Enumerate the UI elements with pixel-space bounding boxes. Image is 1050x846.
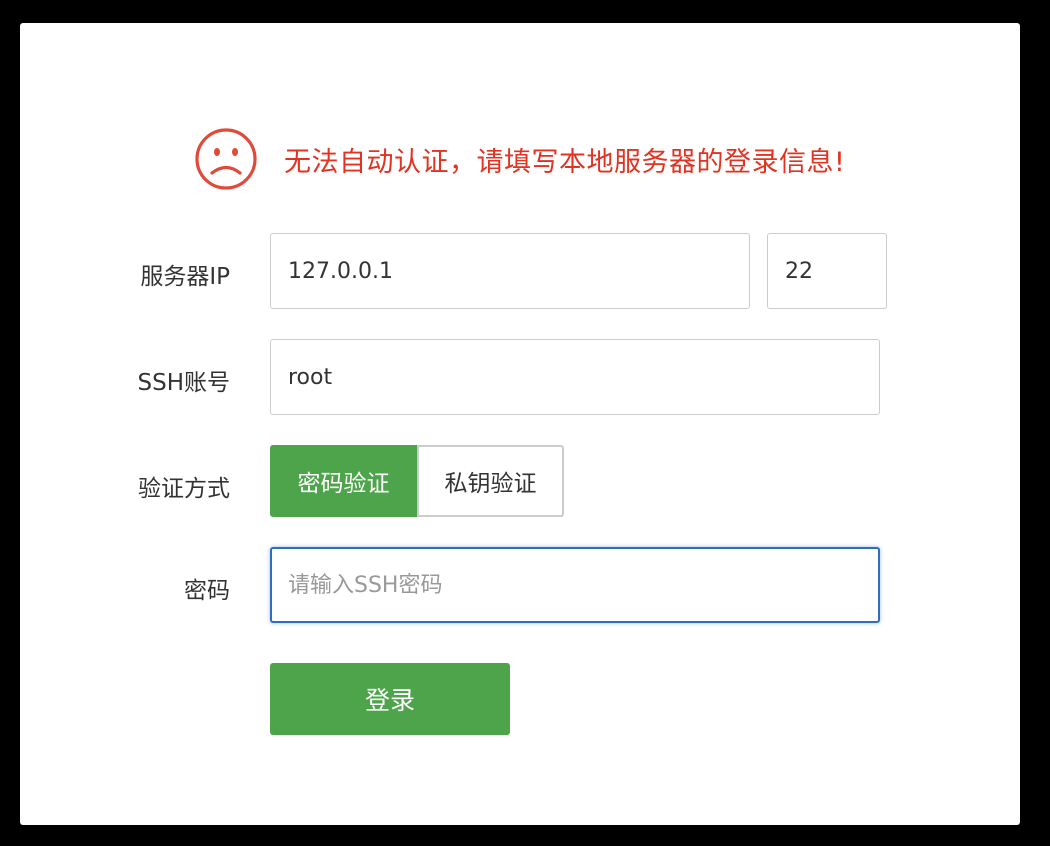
login-panel: 无法自动认证，请填写本地服务器的登录信息! 服务器IP SSH账号 验证方式 密… [20, 23, 1020, 825]
server-ip-label: 服务器IP [140, 264, 230, 290]
auth-method-toggle: 密码验证 私钥验证 [270, 445, 564, 517]
login-button[interactable]: 登录 [270, 663, 510, 735]
ssh-account-label: SSH账号 [137, 370, 231, 396]
sad-face-icon [195, 128, 257, 190]
password-input[interactable] [270, 547, 880, 623]
ssh-account-input[interactable] [270, 339, 880, 415]
password-label: 密码 [184, 578, 230, 604]
port-input[interactable] [767, 233, 887, 309]
auth-method-label: 验证方式 [138, 476, 230, 502]
auth-error-alert: 无法自动认证，请填写本地服务器的登录信息! [194, 127, 845, 191]
alert-message: 无法自动认证，请填写本地服务器的登录信息! [284, 146, 846, 178]
password-auth-option[interactable]: 密码验证 [270, 445, 417, 517]
private-key-auth-option[interactable]: 私钥验证 [417, 445, 564, 517]
server-ip-input[interactable] [270, 233, 750, 309]
